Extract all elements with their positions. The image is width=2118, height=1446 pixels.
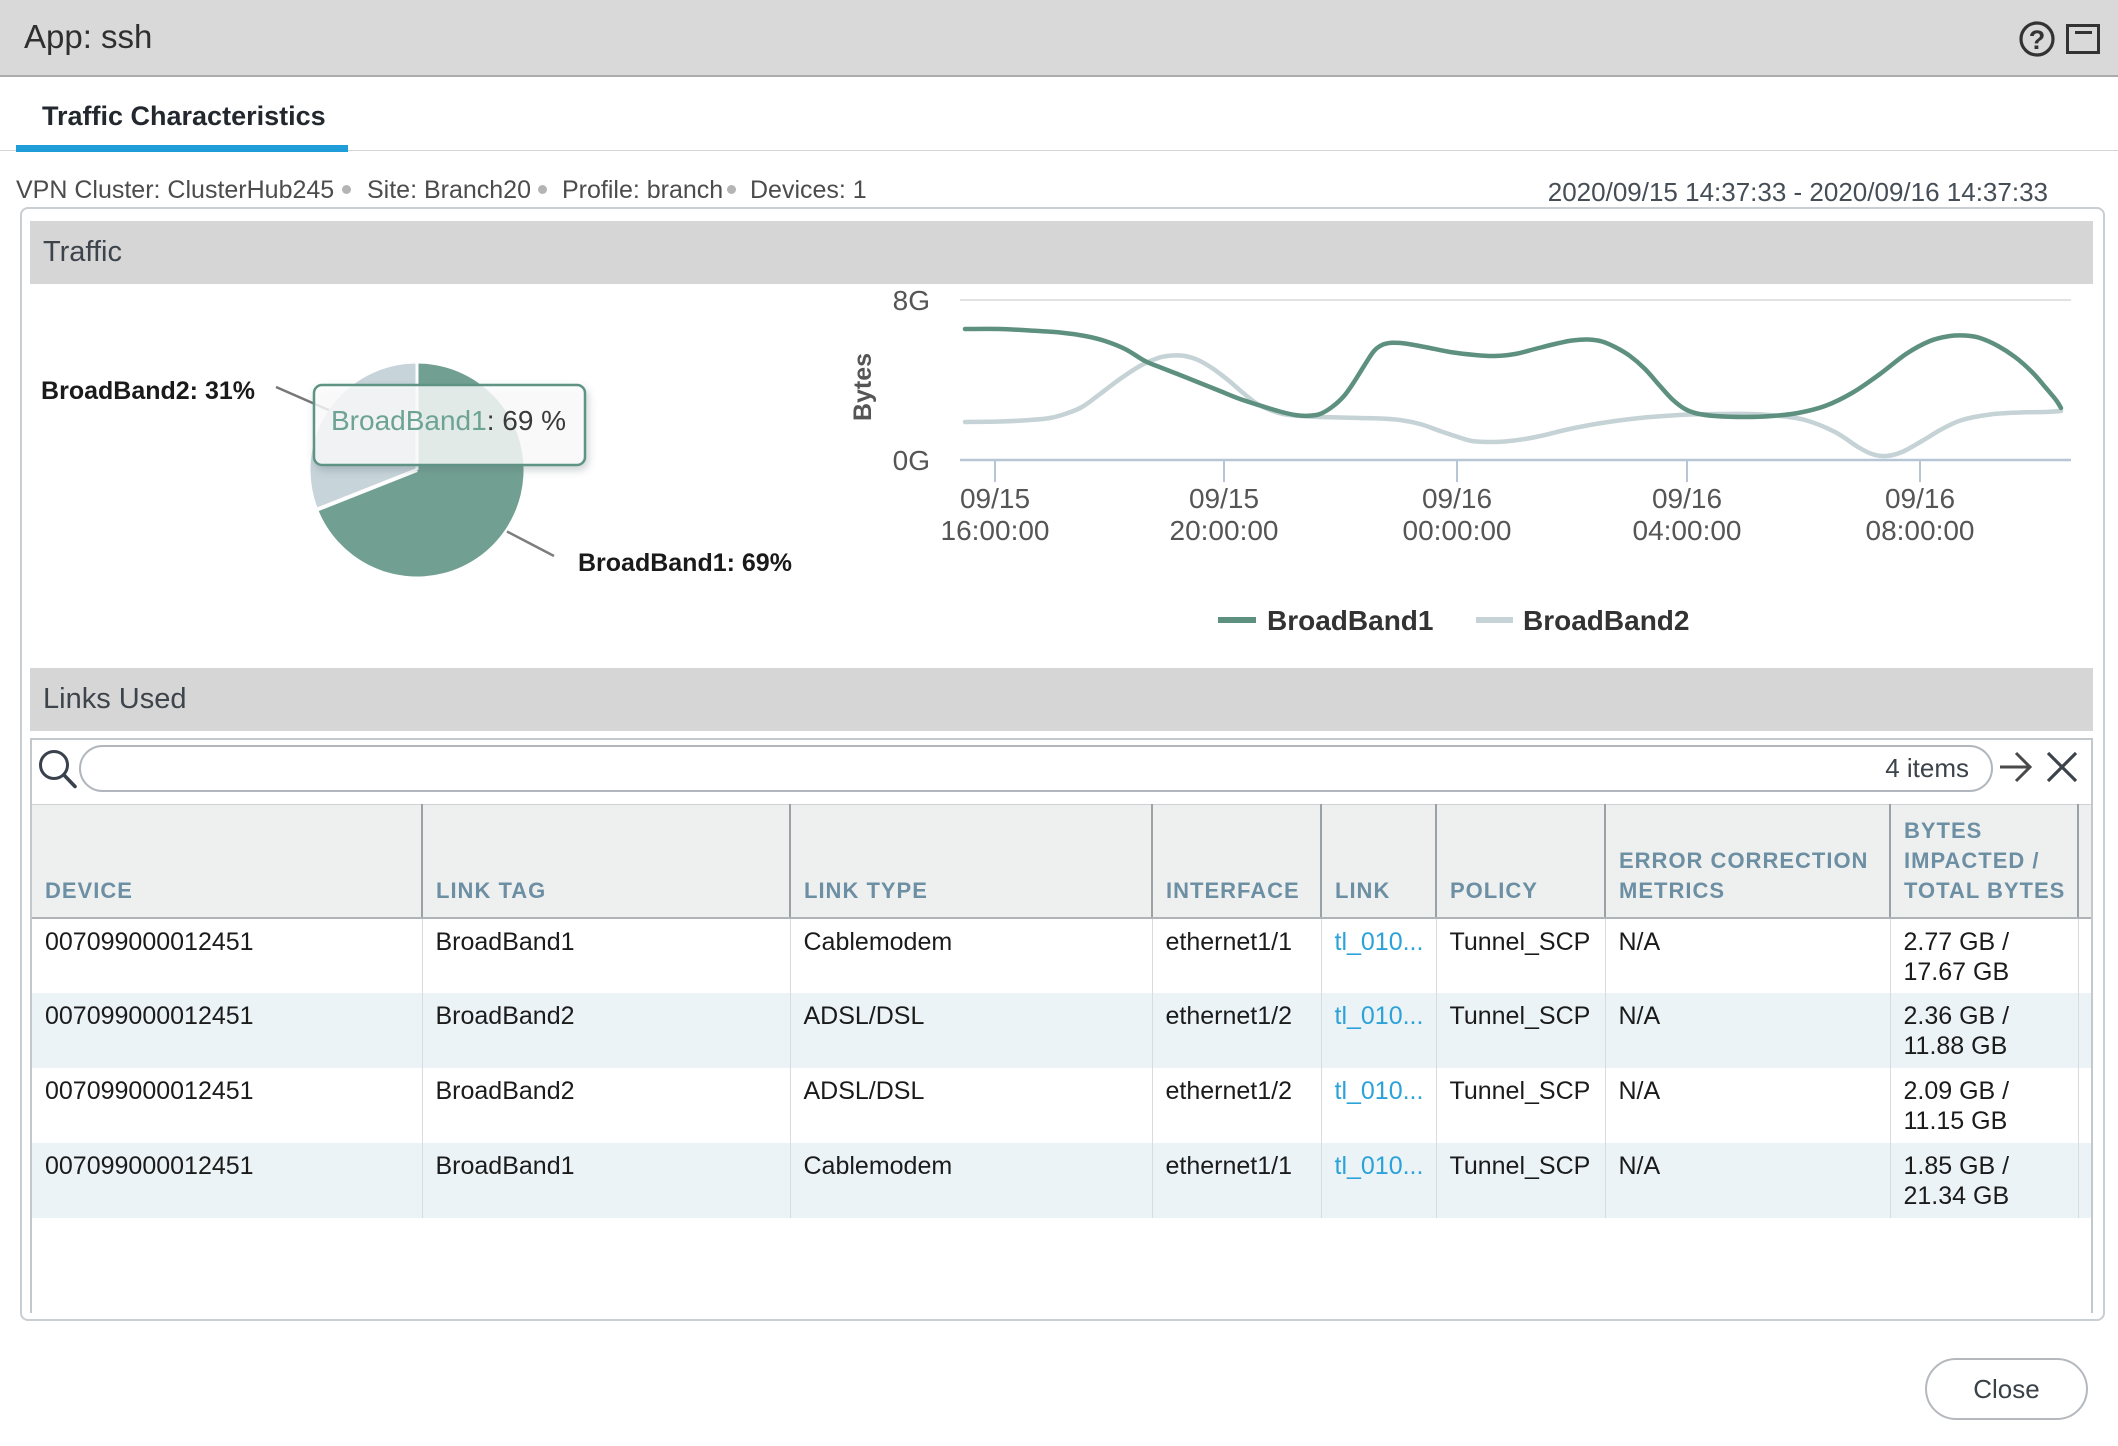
svg-text:09/15: 09/15 — [960, 483, 1030, 514]
svg-text:BroadBand1: BroadBand1 — [1267, 605, 1433, 636]
svg-text:00:00:00: 00:00:00 — [1403, 515, 1512, 546]
svg-text:Bytes: Bytes — [849, 353, 877, 421]
svg-text:BroadBand2: 31%: BroadBand2: 31% — [41, 377, 255, 405]
svg-text:04:00:00: 04:00:00 — [1633, 515, 1742, 546]
svg-text:0G: 0G — [893, 445, 930, 476]
svg-text:BroadBand2: BroadBand2 — [1523, 605, 1689, 636]
svg-text:08:00:00: 08:00:00 — [1866, 515, 1975, 546]
svg-text:09/16: 09/16 — [1885, 483, 1955, 514]
svg-text:09/16: 09/16 — [1422, 483, 1492, 514]
svg-text:09/16: 09/16 — [1652, 483, 1722, 514]
svg-text:BroadBand1: 69%: BroadBand1: 69% — [578, 549, 792, 577]
svg-text:8G: 8G — [893, 288, 930, 316]
svg-text:BroadBand1: 69 %: BroadBand1: 69 % — [331, 405, 566, 436]
svg-text:16:00:00: 16:00:00 — [941, 515, 1050, 546]
svg-text:09/15: 09/15 — [1189, 483, 1259, 514]
svg-text:20:00:00: 20:00:00 — [1170, 515, 1279, 546]
svg-text:?: ? — [2029, 25, 2046, 55]
